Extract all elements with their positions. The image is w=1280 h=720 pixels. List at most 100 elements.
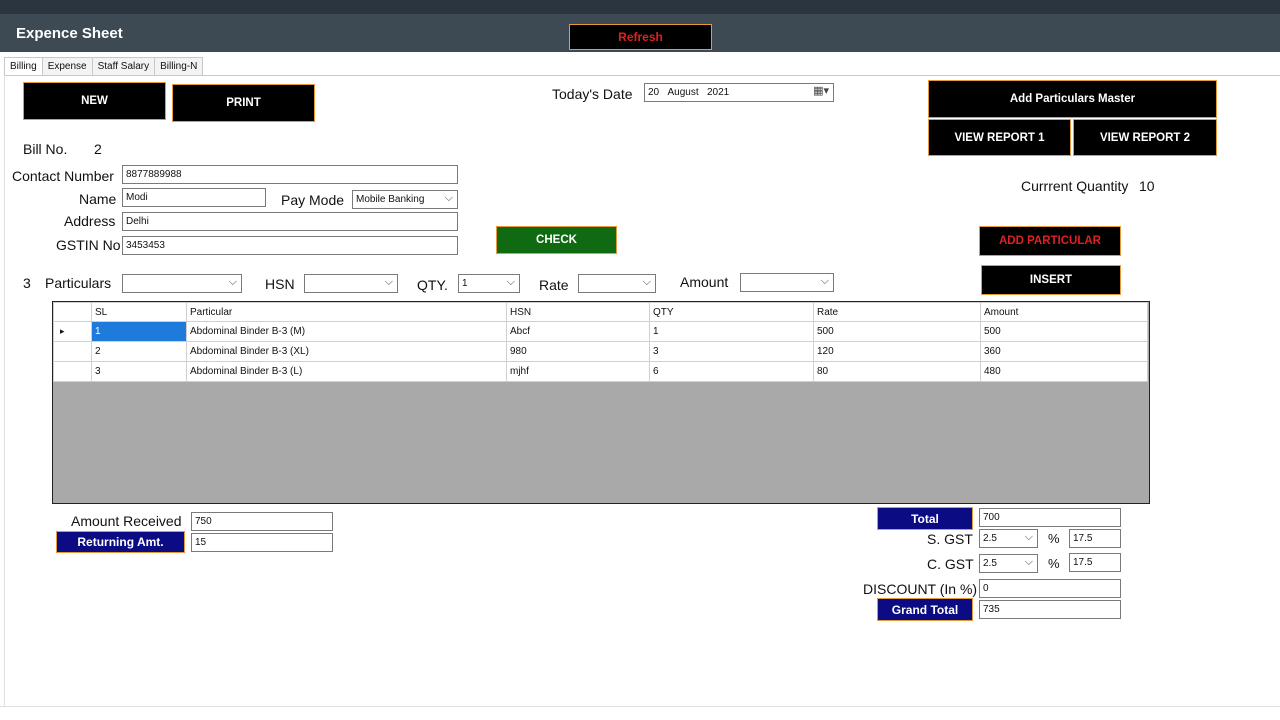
qty-value: 1 [462,278,468,289]
qty-label: QTY. [417,277,448,293]
calendar-icon[interactable]: ▦▾ [813,85,829,98]
table-row[interactable]: 3 Abdominal Binder B-3 (L) mjhf 6 80 480 [53,361,1148,382]
table-cell[interactable]: Abdominal Binder B-3 (XL) [186,341,507,362]
table-cell[interactable]: 360 [980,341,1148,362]
table-cell[interactable]: 980 [506,341,650,362]
contact-number-input[interactable]: 8877889988 [122,165,458,184]
sgst-rate-select[interactable]: 2.5 ⌵ [979,529,1038,548]
table-cell[interactable]: 80 [813,361,981,382]
check-button[interactable]: CHECK [496,226,617,254]
table-cell[interactable]: 480 [980,361,1148,382]
rate-label: Rate [539,277,569,293]
bill-items-table: SL Particular HSN QTY Rate Amount ▸ 1 Ab… [53,302,1148,382]
table-cell[interactable]: 500 [813,321,981,342]
row-header-corner [53,302,92,322]
date-year: 2021 [706,87,730,98]
chevron-down-icon: ⌵ [642,276,651,288]
grand-total-button[interactable]: Grand Total [877,598,973,621]
particulars-label: Particulars [45,275,112,291]
entry-count: 3 [23,275,31,291]
total-button[interactable]: Total [877,507,973,530]
table-cell[interactable]: 120 [813,341,981,362]
table-cell[interactable]: mjhf [506,361,650,382]
hsn-select[interactable]: ⌵ [304,274,398,293]
sgst-label: S. GST [927,531,973,547]
window-top-strip [0,0,1280,14]
sgst-value-input[interactable]: 17.5 [1069,529,1121,548]
sgst-rate-value: 2.5 [983,533,997,544]
chevron-down-icon: ⌵ [820,275,829,287]
grand-total-input[interactable]: 735 [979,600,1121,619]
table-header-row: SL Particular HSN QTY Rate Amount [53,302,1148,322]
row-header-cell[interactable] [53,341,92,362]
chevron-down-icon: ⌵ [1024,556,1033,568]
table-cell[interactable]: Abdominal Binder B-3 (L) [186,361,507,382]
cgst-value-input[interactable]: 17.5 [1069,553,1121,572]
table-cell[interactable]: 500 [980,321,1148,342]
current-row-arrow-icon[interactable]: ▸ [53,321,92,342]
app-title: Expence Sheet [16,25,123,42]
column-header-amount[interactable]: Amount [980,302,1148,322]
new-button[interactable]: NEW [23,82,166,120]
amount-received-input[interactable]: 750 [191,512,333,531]
table-cell[interactable]: 2 [91,341,187,362]
column-header-qty[interactable]: QTY [649,302,814,322]
column-header-sl[interactable]: SL [91,302,187,322]
amount-received-label: Amount Received [71,513,182,529]
returning-amount-input[interactable]: 15 [191,533,333,552]
row-header-cell[interactable] [53,361,92,382]
pay-mode-value: Mobile Banking [356,194,425,205]
date-picker[interactable]: 20 August 2021 ▦▾ [644,83,834,102]
name-input[interactable]: Modi [122,188,266,207]
name-label: Name [79,191,117,207]
table-row[interactable]: ▸ 1 Abdominal Binder B-3 (M) Abcf 1 500 … [53,321,1148,342]
date-label: Today's Date [552,86,633,102]
amount-select[interactable]: ⌵ [740,273,834,292]
qty-select[interactable]: 1 ⌵ [458,274,520,293]
chevron-down-icon: ⌵ [506,276,515,288]
table-cell[interactable]: Abcf [506,321,650,342]
gstin-input[interactable]: 3453453 [122,236,458,255]
discount-input[interactable]: 0 [979,579,1121,598]
pay-mode-select[interactable]: Mobile Banking ⌵ [352,190,458,209]
tab-billing-n[interactable]: Billing-N [154,57,204,75]
print-button[interactable]: PRINT [172,84,315,122]
table-cell[interactable]: 3 [91,361,187,382]
tab-staff-salary[interactable]: Staff Salary [91,57,156,75]
add-particular-button[interactable]: ADD PARTICULAR [979,226,1121,256]
column-header-particular[interactable]: Particular [186,302,507,322]
add-particulars-master-button[interactable]: Add Particulars Master [928,80,1217,118]
column-header-hsn[interactable]: HSN [506,302,650,322]
discount-label: DISCOUNT (In %) [863,581,978,597]
bill-items-grid[interactable]: SL Particular HSN QTY Rate Amount ▸ 1 Ab… [52,301,1150,504]
chevron-down-icon: ⌵ [384,276,393,288]
rate-select[interactable]: ⌵ [578,274,656,293]
amount-label: Amount [680,274,729,290]
view-report-1-button[interactable]: VIEW REPORT 1 [928,119,1071,156]
total-input[interactable]: 700 [979,508,1121,527]
table-cell[interactable]: 6 [649,361,814,382]
cgst-label: C. GST [927,556,974,572]
status-divider [0,706,1280,707]
table-cell[interactable]: 1 [649,321,814,342]
table-cell[interactable]: 1 [91,321,187,342]
table-cell[interactable]: Abdominal Binder B-3 (M) [186,321,507,342]
address-input[interactable]: Delhi [122,212,458,231]
tab-billing[interactable]: Billing [4,57,43,76]
gstin-label: GSTIN No [56,237,121,253]
particulars-select[interactable]: ⌵ [122,274,242,293]
address-label: Address [64,213,116,229]
cgst-rate-select[interactable]: 2.5 ⌵ [979,554,1038,573]
tab-expense[interactable]: Expense [41,57,93,75]
column-header-rate[interactable]: Rate [813,302,981,322]
tab-strip: Billing Expense Staff Salary Billing-N [4,57,204,76]
table-cell[interactable]: 3 [649,341,814,362]
date-day: 20 [648,87,660,98]
view-report-2-button[interactable]: VIEW REPORT 2 [1073,119,1217,156]
table-row[interactable]: 2 Abdominal Binder B-3 (XL) 980 3 120 36… [53,341,1148,362]
pay-mode-label: Pay Mode [281,192,345,208]
current-quantity-label: Currrent Quantity [1021,178,1129,194]
returning-amount-button[interactable]: Returning Amt. [56,531,185,553]
insert-button[interactable]: INSERT [981,265,1121,295]
refresh-button[interactable]: Refresh [569,24,712,50]
